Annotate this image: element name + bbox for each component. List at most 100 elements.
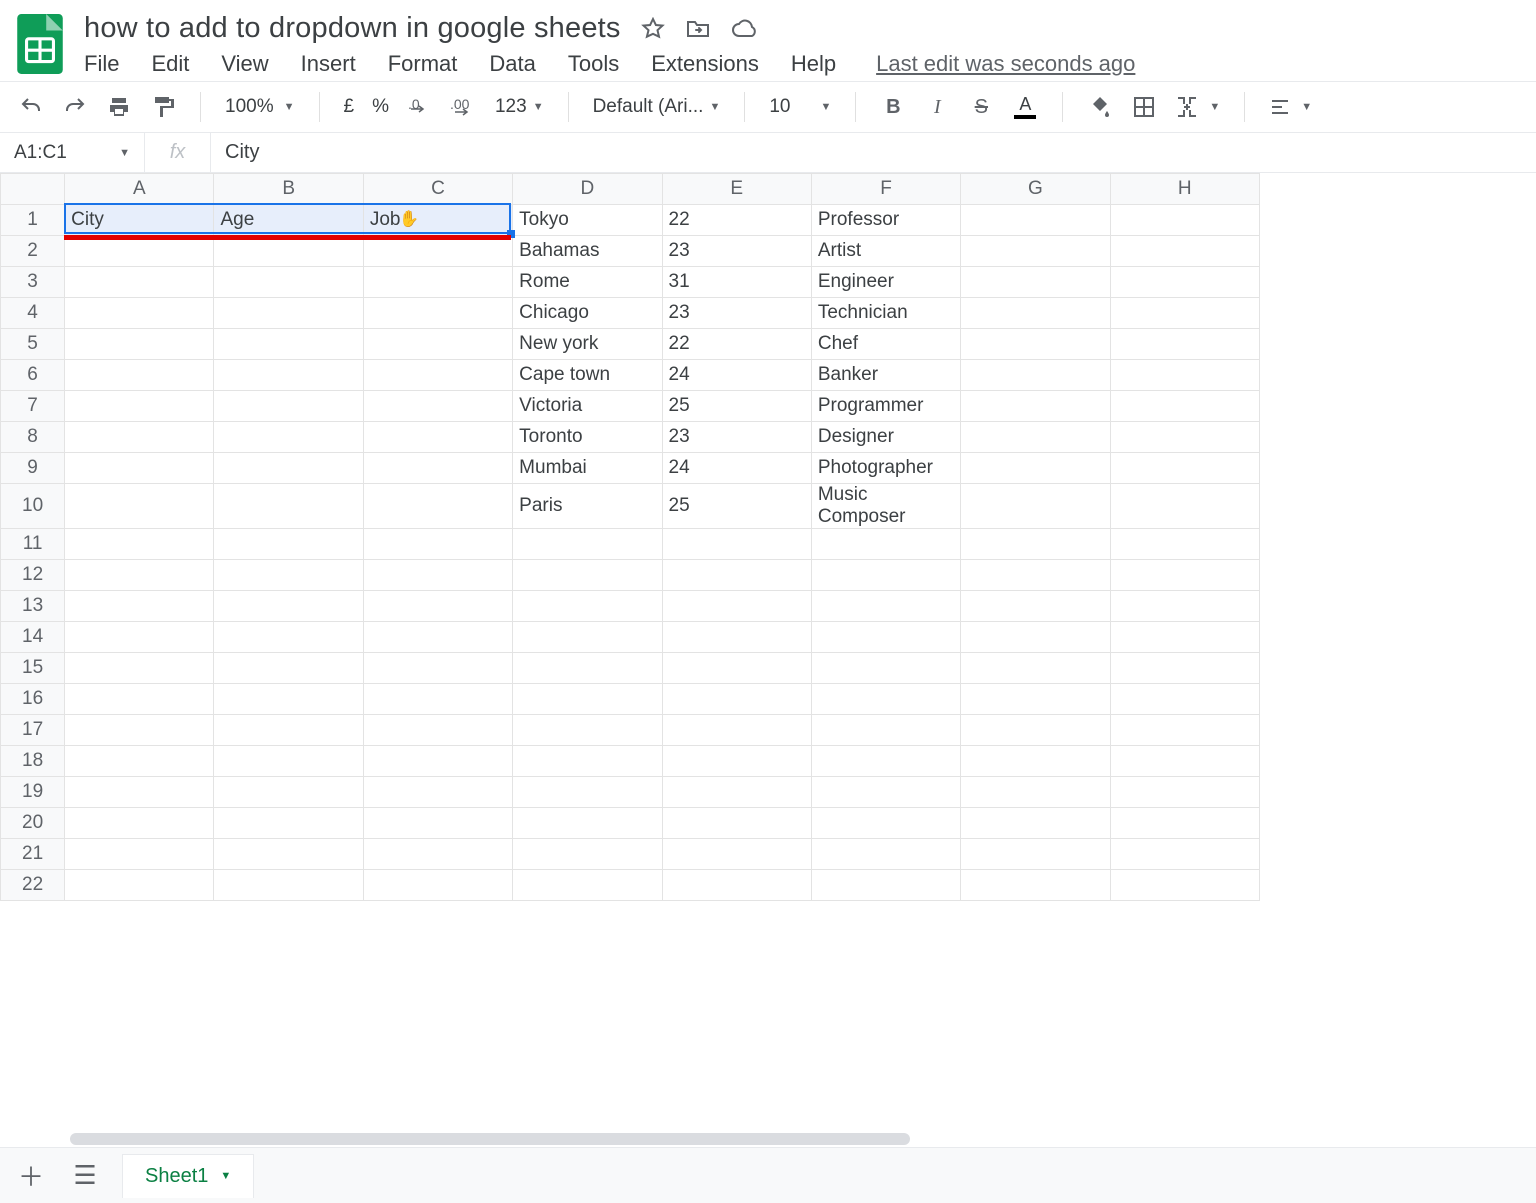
- row-header-8[interactable]: 8: [1, 422, 65, 453]
- cell-E1[interactable]: 22: [662, 205, 811, 236]
- cell-E13[interactable]: [662, 591, 811, 622]
- cell-F20[interactable]: [811, 808, 960, 839]
- cell-H20[interactable]: [1110, 808, 1259, 839]
- cell-G11[interactable]: [961, 529, 1110, 560]
- menu-data[interactable]: Data: [489, 51, 535, 77]
- column-header-F[interactable]: F: [811, 174, 960, 205]
- cell-E14[interactable]: [662, 622, 811, 653]
- horizontal-align-button[interactable]: ▼: [1265, 96, 1316, 118]
- paint-format-button[interactable]: [146, 90, 180, 124]
- cell-C3[interactable]: [363, 267, 512, 298]
- cell-G7[interactable]: [961, 391, 1110, 422]
- cell-B5[interactable]: [214, 329, 363, 360]
- cell-D16[interactable]: [513, 684, 662, 715]
- menu-view[interactable]: View: [221, 51, 268, 77]
- cell-A11[interactable]: [65, 529, 214, 560]
- cell-C13[interactable]: [363, 591, 512, 622]
- cell-B11[interactable]: [214, 529, 363, 560]
- row-header-13[interactable]: 13: [1, 591, 65, 622]
- cell-B9[interactable]: [214, 453, 363, 484]
- cell-D5[interactable]: New york: [513, 329, 662, 360]
- row-header-11[interactable]: 11: [1, 529, 65, 560]
- menu-help[interactable]: Help: [791, 51, 836, 77]
- cell-G2[interactable]: [961, 236, 1110, 267]
- row-header-17[interactable]: 17: [1, 715, 65, 746]
- cell-B15[interactable]: [214, 653, 363, 684]
- cell-A16[interactable]: [65, 684, 214, 715]
- cell-F6[interactable]: Banker: [811, 360, 960, 391]
- name-box[interactable]: A1:C1▼: [0, 133, 145, 172]
- cell-C9[interactable]: [363, 453, 512, 484]
- selection-handle[interactable]: [507, 230, 515, 238]
- cell-B3[interactable]: [214, 267, 363, 298]
- cell-E15[interactable]: [662, 653, 811, 684]
- cell-B1[interactable]: Age: [214, 205, 363, 236]
- cell-B4[interactable]: [214, 298, 363, 329]
- cell-G1[interactable]: [961, 205, 1110, 236]
- cell-A3[interactable]: [65, 267, 214, 298]
- cell-B19[interactable]: [214, 777, 363, 808]
- cell-A4[interactable]: [65, 298, 214, 329]
- cell-C22[interactable]: [363, 870, 512, 901]
- undo-button[interactable]: [14, 90, 48, 124]
- cell-E17[interactable]: [662, 715, 811, 746]
- add-sheet-button[interactable]: ＋: [14, 1157, 48, 1194]
- cell-B22[interactable]: [214, 870, 363, 901]
- cell-E7[interactable]: 25: [662, 391, 811, 422]
- format-percent-button[interactable]: %: [368, 96, 393, 118]
- star-icon[interactable]: [641, 17, 665, 41]
- cell-F17[interactable]: [811, 715, 960, 746]
- cell-A1[interactable]: City: [65, 205, 214, 236]
- cell-F10[interactable]: Music Composer: [811, 484, 960, 529]
- borders-button[interactable]: [1127, 90, 1161, 124]
- cell-E8[interactable]: 23: [662, 422, 811, 453]
- cell-H4[interactable]: [1110, 298, 1259, 329]
- row-header-3[interactable]: 3: [1, 267, 65, 298]
- cell-C21[interactable]: [363, 839, 512, 870]
- cell-D13[interactable]: [513, 591, 662, 622]
- cell-A7[interactable]: [65, 391, 214, 422]
- cell-H9[interactable]: [1110, 453, 1259, 484]
- cell-B20[interactable]: [214, 808, 363, 839]
- cell-D20[interactable]: [513, 808, 662, 839]
- cell-D12[interactable]: [513, 560, 662, 591]
- cell-F22[interactable]: [811, 870, 960, 901]
- row-header-20[interactable]: 20: [1, 808, 65, 839]
- italic-button[interactable]: I: [920, 90, 954, 124]
- print-button[interactable]: [102, 90, 136, 124]
- menu-extensions[interactable]: Extensions: [651, 51, 759, 77]
- cell-H6[interactable]: [1110, 360, 1259, 391]
- cell-A9[interactable]: [65, 453, 214, 484]
- cell-H21[interactable]: [1110, 839, 1259, 870]
- cell-D11[interactable]: [513, 529, 662, 560]
- cell-A20[interactable]: [65, 808, 214, 839]
- sheet-tab-sheet1[interactable]: Sheet1 ▼: [122, 1154, 254, 1198]
- cell-H11[interactable]: [1110, 529, 1259, 560]
- cell-A2[interactable]: [65, 236, 214, 267]
- cell-F8[interactable]: Designer: [811, 422, 960, 453]
- cell-F5[interactable]: Chef: [811, 329, 960, 360]
- cell-G16[interactable]: [961, 684, 1110, 715]
- cell-H17[interactable]: [1110, 715, 1259, 746]
- cell-F11[interactable]: [811, 529, 960, 560]
- row-header-22[interactable]: 22: [1, 870, 65, 901]
- menu-insert[interactable]: Insert: [301, 51, 356, 77]
- cell-D19[interactable]: [513, 777, 662, 808]
- cell-F16[interactable]: [811, 684, 960, 715]
- cell-G18[interactable]: [961, 746, 1110, 777]
- cell-D6[interactable]: Cape town: [513, 360, 662, 391]
- cell-E10[interactable]: 25: [662, 484, 811, 529]
- cell-A13[interactable]: [65, 591, 214, 622]
- last-edit-link[interactable]: Last edit was seconds ago: [876, 51, 1135, 77]
- menu-file[interactable]: File: [84, 51, 119, 77]
- cell-B12[interactable]: [214, 560, 363, 591]
- cell-C2[interactable]: [363, 236, 512, 267]
- cell-B7[interactable]: [214, 391, 363, 422]
- cell-F7[interactable]: Programmer: [811, 391, 960, 422]
- cell-G22[interactable]: [961, 870, 1110, 901]
- cell-C10[interactable]: [363, 484, 512, 529]
- row-header-7[interactable]: 7: [1, 391, 65, 422]
- cell-H15[interactable]: [1110, 653, 1259, 684]
- cell-D9[interactable]: Mumbai: [513, 453, 662, 484]
- cell-F4[interactable]: Technician: [811, 298, 960, 329]
